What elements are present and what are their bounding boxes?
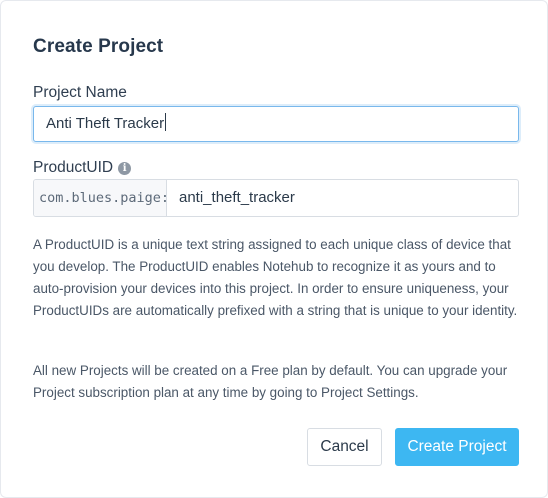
- dialog-title: Create Project: [33, 36, 164, 57]
- text-caret: [165, 113, 167, 131]
- project-name-label: Project Name: [33, 84, 127, 101]
- product-uid-field: com.blues.paige: anti_theft_tracker: [33, 179, 519, 217]
- plan-description: All new Projects will be created on a Fr…: [33, 363, 508, 400]
- project-name-value: Anti Theft Tracker: [46, 115, 165, 132]
- product-uid-label: ProductUID: [33, 159, 114, 176]
- product-uid-label-row: ProductUID i: [33, 159, 132, 177]
- info-icon[interactable]: i: [118, 162, 132, 175]
- project-name-input[interactable]: Anti Theft Tracker: [33, 106, 519, 142]
- product-uid-description: A ProductUID is a unique text string ass…: [33, 237, 518, 318]
- product-uid-input[interactable]: anti_theft_tracker: [167, 180, 518, 216]
- product-uid-prefix: com.blues.paige:: [34, 180, 169, 216]
- cancel-button[interactable]: Cancel: [307, 428, 382, 466]
- create-project-button[interactable]: Create Project: [395, 428, 519, 466]
- create-project-dialog: Create Project Project Name Anti Theft T…: [0, 0, 548, 498]
